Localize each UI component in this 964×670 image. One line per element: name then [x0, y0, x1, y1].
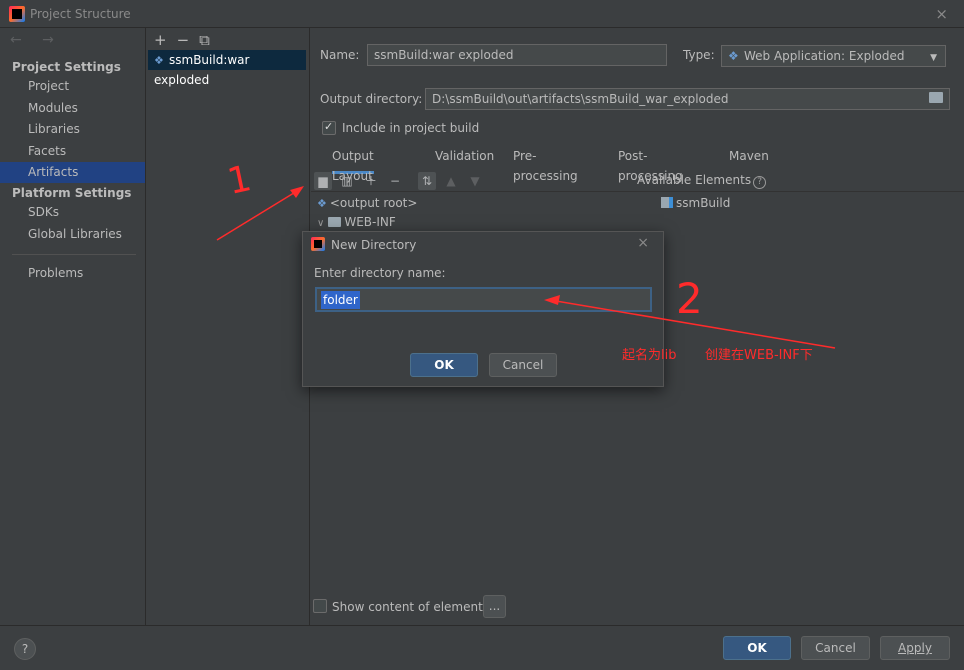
show-content-label: Show content of elements [332, 600, 490, 614]
name-field[interactable]: ssmBuild:war exploded [367, 44, 667, 66]
output-layout-toolbar: ▆ ▥ ＋ − ⇅ ▲ ▼ Available Elements? [311, 170, 964, 192]
remove-artifact-icon[interactable]: − [177, 31, 200, 49]
type-dropdown[interactable]: ❖ Web Application: Exploded ▼ [721, 45, 946, 67]
sidebar-item-sdks[interactable]: SDKs [0, 202, 145, 223]
tree-item-web-inf[interactable]: ∨ WEB-INF [317, 213, 396, 231]
sidebar-item-problems[interactable]: Problems [0, 263, 145, 284]
chevron-down-icon: ▼ [930, 53, 937, 63]
add-artifact-icon[interactable]: + [154, 31, 177, 49]
tree-item-label: WEB-INF [344, 215, 396, 229]
help-circle-icon[interactable]: ? [753, 176, 767, 189]
window-title: Project Structure [30, 7, 131, 21]
show-content-checkbox[interactable] [313, 599, 327, 613]
available-item-label: ssmBuild [676, 196, 731, 210]
include-build-label: Include in project build [342, 121, 480, 135]
artifact-list-item[interactable]: ❖ ssmBuild:war exploded [148, 50, 306, 87]
sidebar-item-libraries[interactable]: Libraries [0, 119, 145, 140]
output-directory-field[interactable]: D:\ssmBuild\out\artifacts\ssmBuild_war_e… [425, 88, 950, 110]
create-archive-icon[interactable]: ▥ [338, 172, 356, 190]
back-forward-arrows-icon[interactable]: ← → [10, 32, 62, 48]
output-directory-label: Output directory: [320, 92, 423, 106]
sort-elements-icon[interactable]: ⇅ [418, 172, 436, 190]
annotation-note-2: 创建在WEB-INF下 [705, 348, 813, 363]
ok-button[interactable]: OK [723, 636, 791, 660]
window-close-icon[interactable]: × [935, 5, 948, 23]
available-item-ssmbuild[interactable]: ssmBuild [661, 194, 730, 212]
intellij-app-icon [9, 6, 25, 22]
chevron-down-icon[interactable]: ∨ [317, 218, 324, 229]
tree-item-label: <output root> [329, 196, 418, 210]
module-icon [661, 197, 673, 208]
sidebar-item-global-libraries[interactable]: Global Libraries [0, 224, 145, 245]
available-elements-label: Available Elements? [637, 173, 767, 189]
include-build-checkbox[interactable] [322, 120, 336, 135]
sidebar-divider [12, 254, 136, 255]
intellij-app-icon [311, 237, 325, 251]
settings-sidebar: ← → Project Settings Project Modules Lib… [0, 28, 146, 625]
web-app-type-icon: ❖ [728, 49, 739, 63]
move-down-icon[interactable]: ▼ [466, 172, 484, 190]
sidebar-item-modules[interactable]: Modules [0, 98, 145, 119]
new-directory-dialog: New Directory × Enter directory name: fo… [302, 231, 664, 387]
artifact-label: ssmBuild:war exploded [154, 53, 250, 87]
annotation-number-2: 2 [676, 274, 703, 323]
remove-element-icon[interactable]: − [386, 172, 404, 190]
project-settings-header: Project Settings [12, 60, 121, 74]
sidebar-item-artifacts[interactable]: Artifacts [0, 162, 145, 183]
more-options-button[interactable]: ... [483, 595, 506, 618]
tree-item-output-root[interactable]: ❖ <output root> [317, 194, 417, 212]
type-label: Type: [683, 48, 715, 62]
help-button[interactable]: ? [14, 638, 36, 660]
browse-folder-icon[interactable] [929, 92, 943, 103]
name-label: Name: [320, 48, 360, 62]
title-bar: Project Structure × [0, 0, 964, 28]
directory-name-input[interactable]: folder [315, 287, 652, 312]
dialog-title: New Directory [331, 238, 417, 252]
sidebar-item-facets[interactable]: Facets [0, 141, 145, 162]
directory-name-value: folder [321, 291, 360, 309]
create-directory-icon[interactable]: ▆ [314, 172, 332, 190]
web-artifact-icon: ❖ [154, 54, 164, 67]
move-up-icon[interactable]: ▲ [442, 172, 460, 190]
annotation-note: 起名为lib [622, 348, 677, 363]
output-root-icon: ❖ [317, 197, 327, 210]
type-value: Web Application: Exploded [744, 49, 905, 63]
apply-button[interactable]: Apply [880, 636, 950, 660]
cancel-button[interactable]: Cancel [801, 636, 870, 660]
sidebar-item-project[interactable]: Project [0, 76, 145, 97]
platform-settings-header: Platform Settings [12, 186, 132, 200]
dialog-ok-button[interactable]: OK [410, 353, 478, 377]
directory-name-prompt: Enter directory name: [314, 266, 446, 280]
output-directory-value: D:\ssmBuild\out\artifacts\ssmBuild_war_e… [432, 92, 729, 106]
copy-artifact-icon[interactable]: ⧉ [199, 31, 220, 49]
dialog-close-icon[interactable]: × [637, 235, 649, 251]
dialog-cancel-button[interactable]: Cancel [489, 353, 557, 377]
artifacts-list-panel: +−⧉ ❖ ssmBuild:war exploded [146, 28, 310, 625]
add-copy-of-icon[interactable]: ＋ [362, 172, 380, 190]
artifacts-toolbar: +−⧉ [154, 31, 220, 49]
folder-icon [328, 217, 342, 227]
dialog-footer: ? OK Cancel Apply [0, 625, 964, 670]
